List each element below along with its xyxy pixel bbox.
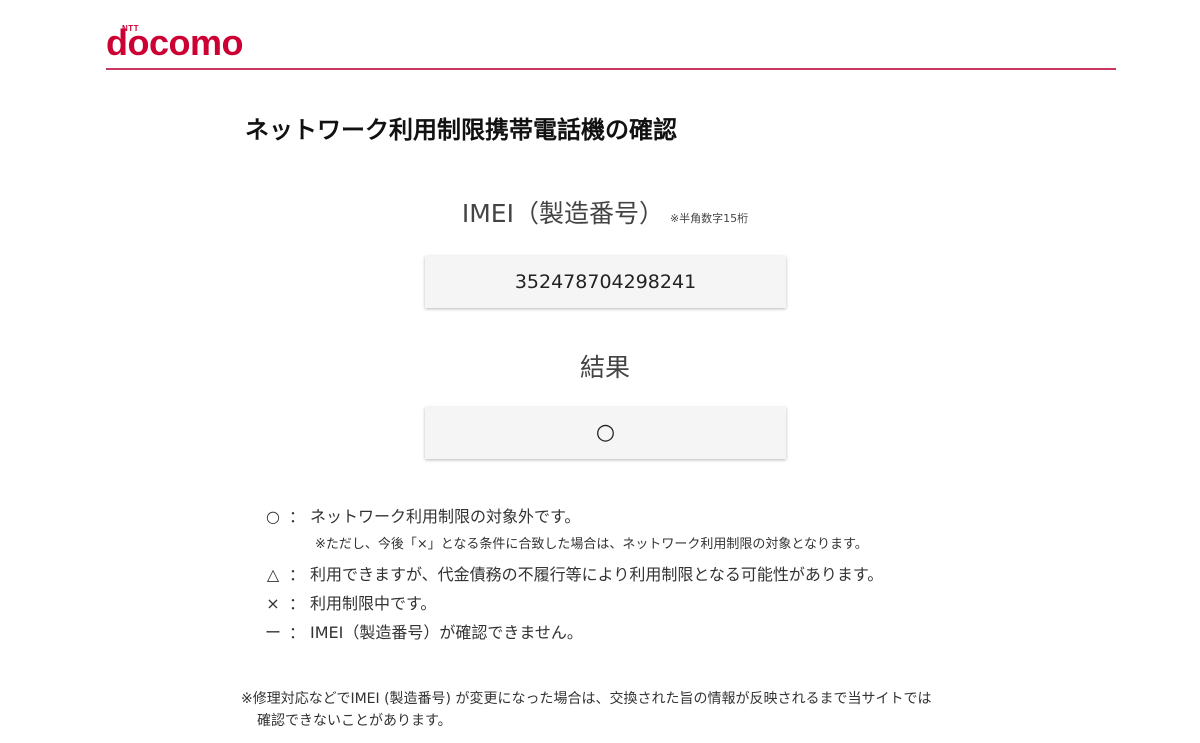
- footnote-line-2: 確認できないことがあります。: [257, 713, 452, 729]
- logo-docomo-text: docomo: [106, 22, 244, 63]
- imei-label: IMEI（製造番号） ※半角数字15桁: [0, 194, 1200, 230]
- legend-colon: ：: [288, 507, 305, 526]
- result-legend: ○ ： ネットワーク利用制限の対象外です。 ※ただし、今後「×」となる条件に合致した…: [262, 505, 883, 650]
- legend-item-circle: ○ ： ネットワーク利用制限の対象外です。: [262, 505, 883, 534]
- legend-text: ネットワーク利用制限の対象外です。: [310, 507, 581, 526]
- legend-colon: ：: [288, 623, 305, 642]
- page-title: ネットワーク利用制限携帯電話機の確認: [245, 116, 677, 144]
- cross-symbol: ×: [266, 594, 280, 613]
- docomo-logo[interactable]: NTT docomo: [106, 22, 266, 62]
- footnote: ※修理対応などでIMEI (製造番号) が変更になった場合は、交換された旨の情報…: [241, 688, 931, 732]
- imei-label-text: IMEI（製造番号）: [461, 199, 664, 228]
- legend-text: 利用できますが、代金債務の不履行等により利用制限となる可能性があります。: [310, 565, 884, 584]
- header-divider: [106, 68, 1116, 70]
- triangle-symbol: △: [266, 565, 280, 584]
- circle-symbol: ○: [266, 507, 280, 526]
- footnote-line-1: ※修理対応などでIMEI (製造番号) が変更になった場合は、交換された旨の情報…: [241, 691, 932, 707]
- legend-colon: ：: [288, 565, 305, 584]
- imei-format-note: ※半角数字15桁: [669, 212, 749, 225]
- result-label: 結果: [579, 353, 630, 382]
- legend-item-triangle: △ ： 利用できますが、代金債務の不履行等により利用制限となる可能性があります。: [262, 563, 883, 592]
- imei-value: 352478704298241: [514, 271, 697, 293]
- imei-value-field: 352478704298241: [425, 256, 786, 308]
- dash-symbol: ー: [264, 623, 281, 642]
- legend-colon: ：: [288, 594, 305, 613]
- legend-text: IMEI（製造番号）が確認できません。: [310, 623, 583, 642]
- legend-circle-subnote: ※ただし、今後「×」となる条件に合致した場合は、ネットワーク利用制限の対象となり…: [315, 537, 868, 552]
- legend-item-dash: ー ： IMEI（製造番号）が確認できません。: [262, 621, 883, 650]
- result-value: ○: [595, 420, 616, 445]
- result-value-field: ○: [425, 407, 786, 459]
- legend-text: 利用制限中です。: [310, 594, 437, 613]
- legend-item-cross: × ： 利用制限中です。: [262, 592, 883, 621]
